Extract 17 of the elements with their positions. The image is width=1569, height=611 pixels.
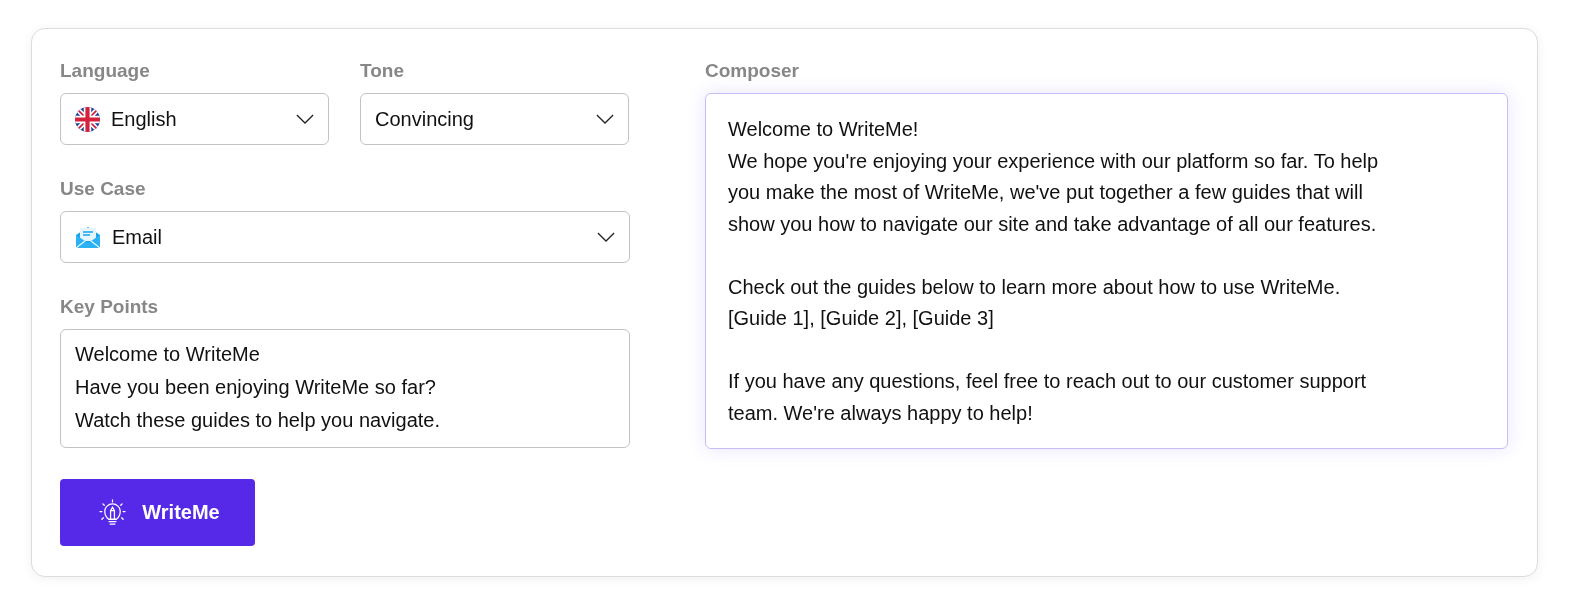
field-label: Tone xyxy=(360,60,404,82)
envelope-icon xyxy=(75,225,101,249)
field-label: Use Case xyxy=(60,178,146,200)
field-label: Language xyxy=(60,60,150,82)
uk-flag-icon xyxy=(75,106,100,132)
chevron-down-icon xyxy=(597,232,615,242)
writeme-button[interactable]: WriteMe xyxy=(60,479,255,546)
tone-select[interactable]: Convincing xyxy=(360,93,629,145)
field-label: Key Points xyxy=(60,296,159,318)
use-case-select[interactable]: Email xyxy=(60,211,630,263)
composer-field[interactable]: Welcome to WriteMe! We hope you're enjoying your experience with our platform so far. To help you make the most of WriteMe, we've put together a few guides that will show you how to navigate our site and take advantage of all our features. Check out the guides below to learn more about how to use WriteMe. [Guide 1], [Guide 2], [Guide 3] If you have any questions, feel free to reach out to our customer support team. We're always happy to help! xyxy=(705,93,1508,449)
chevron-down-icon xyxy=(596,114,614,124)
field-label: Composer xyxy=(705,60,799,82)
language-select[interactable]: English xyxy=(60,93,329,145)
chevron-down-icon xyxy=(296,114,314,124)
lightbulb-pencil-icon xyxy=(99,499,127,526)
key-points-field[interactable]: Welcome to WriteMe Have you been enjoying WriteMe so far? Watch these guides to help you navigate. xyxy=(60,329,630,448)
